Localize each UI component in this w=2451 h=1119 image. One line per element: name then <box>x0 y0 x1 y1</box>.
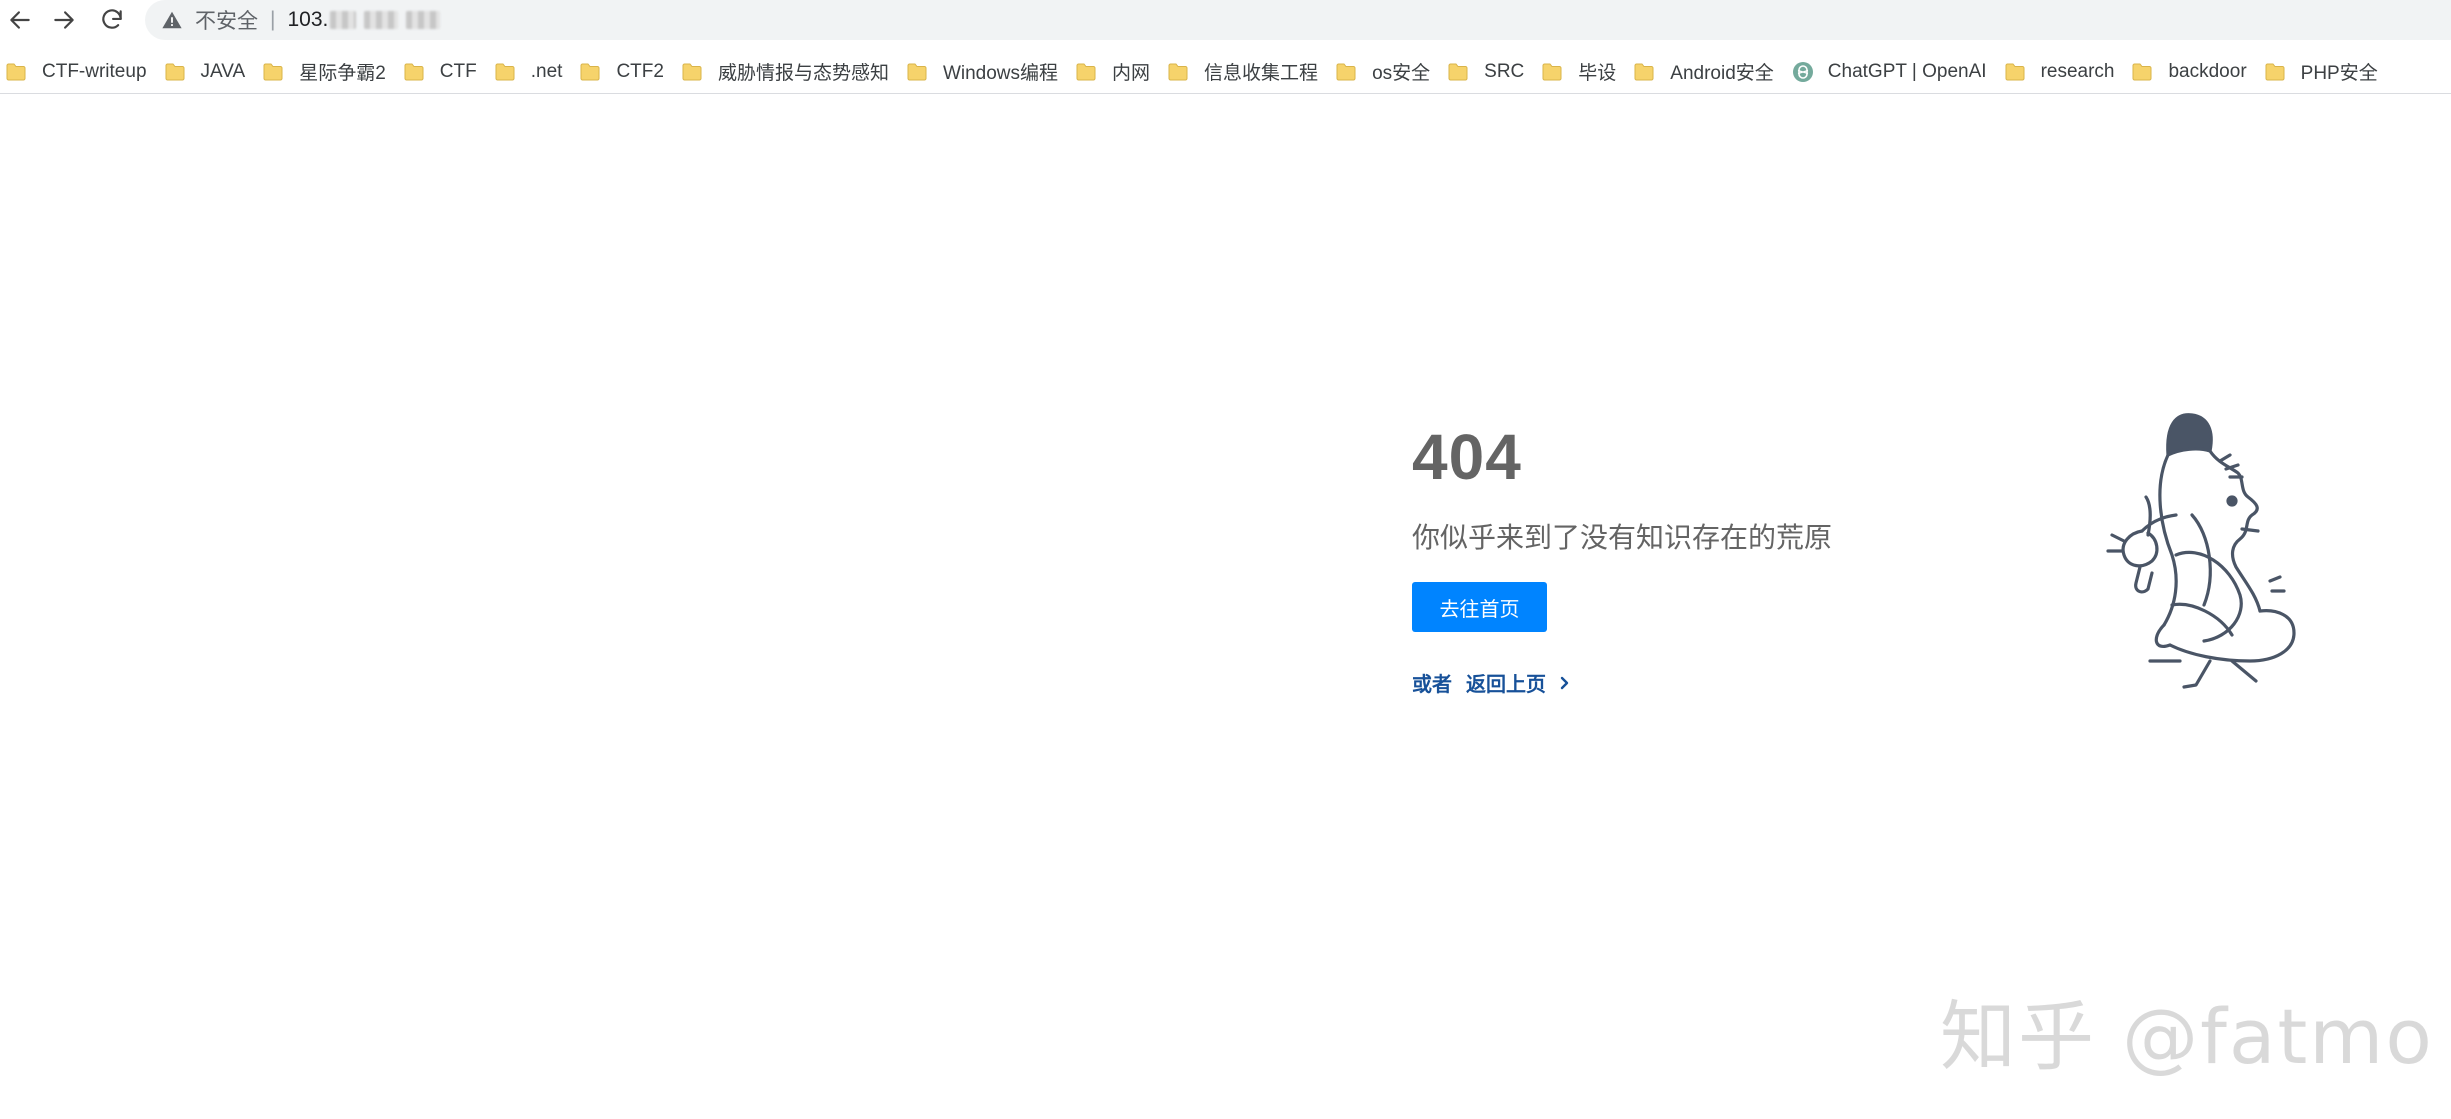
bookmark-item[interactable]: os安全 <box>1330 52 1442 92</box>
folder-icon <box>1336 63 1356 80</box>
folder-icon <box>2005 63 2025 80</box>
folder-icon <box>263 63 283 80</box>
bookmark-label: 星际争霸2 <box>299 63 386 84</box>
bookmark-item[interactable]: research <box>1999 52 2127 92</box>
bookmark-item[interactable]: Android安全 <box>1628 52 1786 92</box>
folder-icon <box>404 63 424 80</box>
bookmark-item[interactable]: 威胁情报与态势感知 <box>676 52 901 92</box>
bookmark-item[interactable]: 星际争霸2 <box>257 52 398 92</box>
reload-icon <box>102 9 122 29</box>
bookmark-label: CTF-writeup <box>42 60 147 82</box>
bookmark-item[interactable]: 内网 <box>1070 52 1162 92</box>
bookmark-label: ChatGPT | OpenAI <box>1827 60 1987 82</box>
redacted-url-part <box>406 11 441 29</box>
bookmark-label: 信息收集工程 <box>1204 63 1319 84</box>
folder-icon <box>2265 63 2285 80</box>
folder-icon <box>1634 63 1654 80</box>
address-bar[interactable]: 不安全 | 103. <box>145 0 2451 40</box>
folder-icon <box>165 63 185 80</box>
folder-icon <box>495 63 515 80</box>
bookmark-label: CTF2 <box>616 60 664 82</box>
go-back-label: 返回上页 <box>1466 674 1546 696</box>
chevron-right-icon <box>1560 676 1569 689</box>
bookmark-item[interactable]: .net <box>489 52 575 92</box>
redacted-url-part <box>330 11 357 29</box>
folder-icon <box>907 63 927 80</box>
bookmark-item[interactable]: SRC <box>1442 52 1536 92</box>
error-message: 你似乎来到了没有知识存在的荒原 <box>1412 522 1833 553</box>
folder-icon <box>580 63 600 80</box>
error-code: 404 <box>1412 421 1522 493</box>
address-separator: | <box>270 8 276 31</box>
bookmark-item[interactable]: ChatGPT | OpenAI <box>1786 52 1999 92</box>
url-text[interactable]: 103. <box>287 8 328 32</box>
folder-icon <box>1448 63 1468 80</box>
back-row: 或者 返回上页 <box>1412 668 1572 697</box>
bookmark-item[interactable]: CTF-writeup <box>0 52 159 92</box>
browser-toolbar: 不安全 | 103. <box>0 0 2451 40</box>
bookmark-label: Android安全 <box>1670 63 1774 84</box>
folder-icon <box>1168 63 1188 80</box>
bookmark-label: .net <box>530 60 563 82</box>
bookmark-label: 毕设 <box>1578 63 1617 84</box>
bookmark-label: SRC <box>1484 60 1525 82</box>
reload-button[interactable] <box>92 2 132 38</box>
openai-icon <box>1792 61 1813 82</box>
folder-icon <box>6 63 26 80</box>
forward-button[interactable] <box>44 2 84 38</box>
security-label[interactable]: 不安全 <box>195 5 258 35</box>
redacted-url-part <box>364 11 399 29</box>
bookmark-label: 内网 <box>1112 63 1151 84</box>
arrow-right-icon <box>54 11 74 29</box>
go-home-button[interactable]: 去往首页 <box>1412 582 1547 632</box>
bookmark-label: PHP安全 <box>2300 63 2378 84</box>
bookmark-label: research <box>2040 60 2115 82</box>
bookmark-label: CTF <box>439 60 477 82</box>
unplugged-character-illustration <box>2106 413 2296 689</box>
bookmark-item[interactable]: CTF <box>398 52 489 92</box>
or-label: 或者 <box>1412 674 1452 696</box>
bookmark-item[interactable]: Windows编程 <box>901 52 1070 92</box>
bookmark-label: 威胁情报与态势感知 <box>717 63 889 84</box>
go-back-link[interactable]: 返回上页 <box>1466 668 1572 697</box>
arrow-left-icon <box>10 11 30 29</box>
folder-icon <box>1542 63 1562 80</box>
folder-icon <box>2132 63 2152 80</box>
bookmark-item[interactable]: 毕设 <box>1536 52 1628 92</box>
bookmark-item[interactable]: JAVA <box>159 52 258 92</box>
folder-icon <box>682 63 702 80</box>
folder-icon <box>1076 63 1096 80</box>
bookmark-label: JAVA <box>200 60 246 82</box>
bookmark-item[interactable]: PHP安全 <box>2259 52 2390 92</box>
bookmark-item[interactable]: backdoor <box>2126 52 2258 92</box>
bookmarks-bar: CTF-writeup JAVA 星际争霸2 CTF .net CTF2 威胁情报与态势感知… <box>0 50 2451 94</box>
bookmark-label: backdoor <box>2168 60 2247 82</box>
bookmark-label: os安全 <box>1372 63 1431 84</box>
watermark: 知乎 @fatmo <box>1940 992 2434 1081</box>
warning-triangle-icon <box>162 11 182 29</box>
bookmark-item[interactable]: CTF2 <box>574 52 676 92</box>
bookmark-item[interactable]: 信息收集工程 <box>1162 52 1330 92</box>
bookmark-label: Windows编程 <box>942 63 1059 84</box>
back-button[interactable] <box>0 2 40 38</box>
